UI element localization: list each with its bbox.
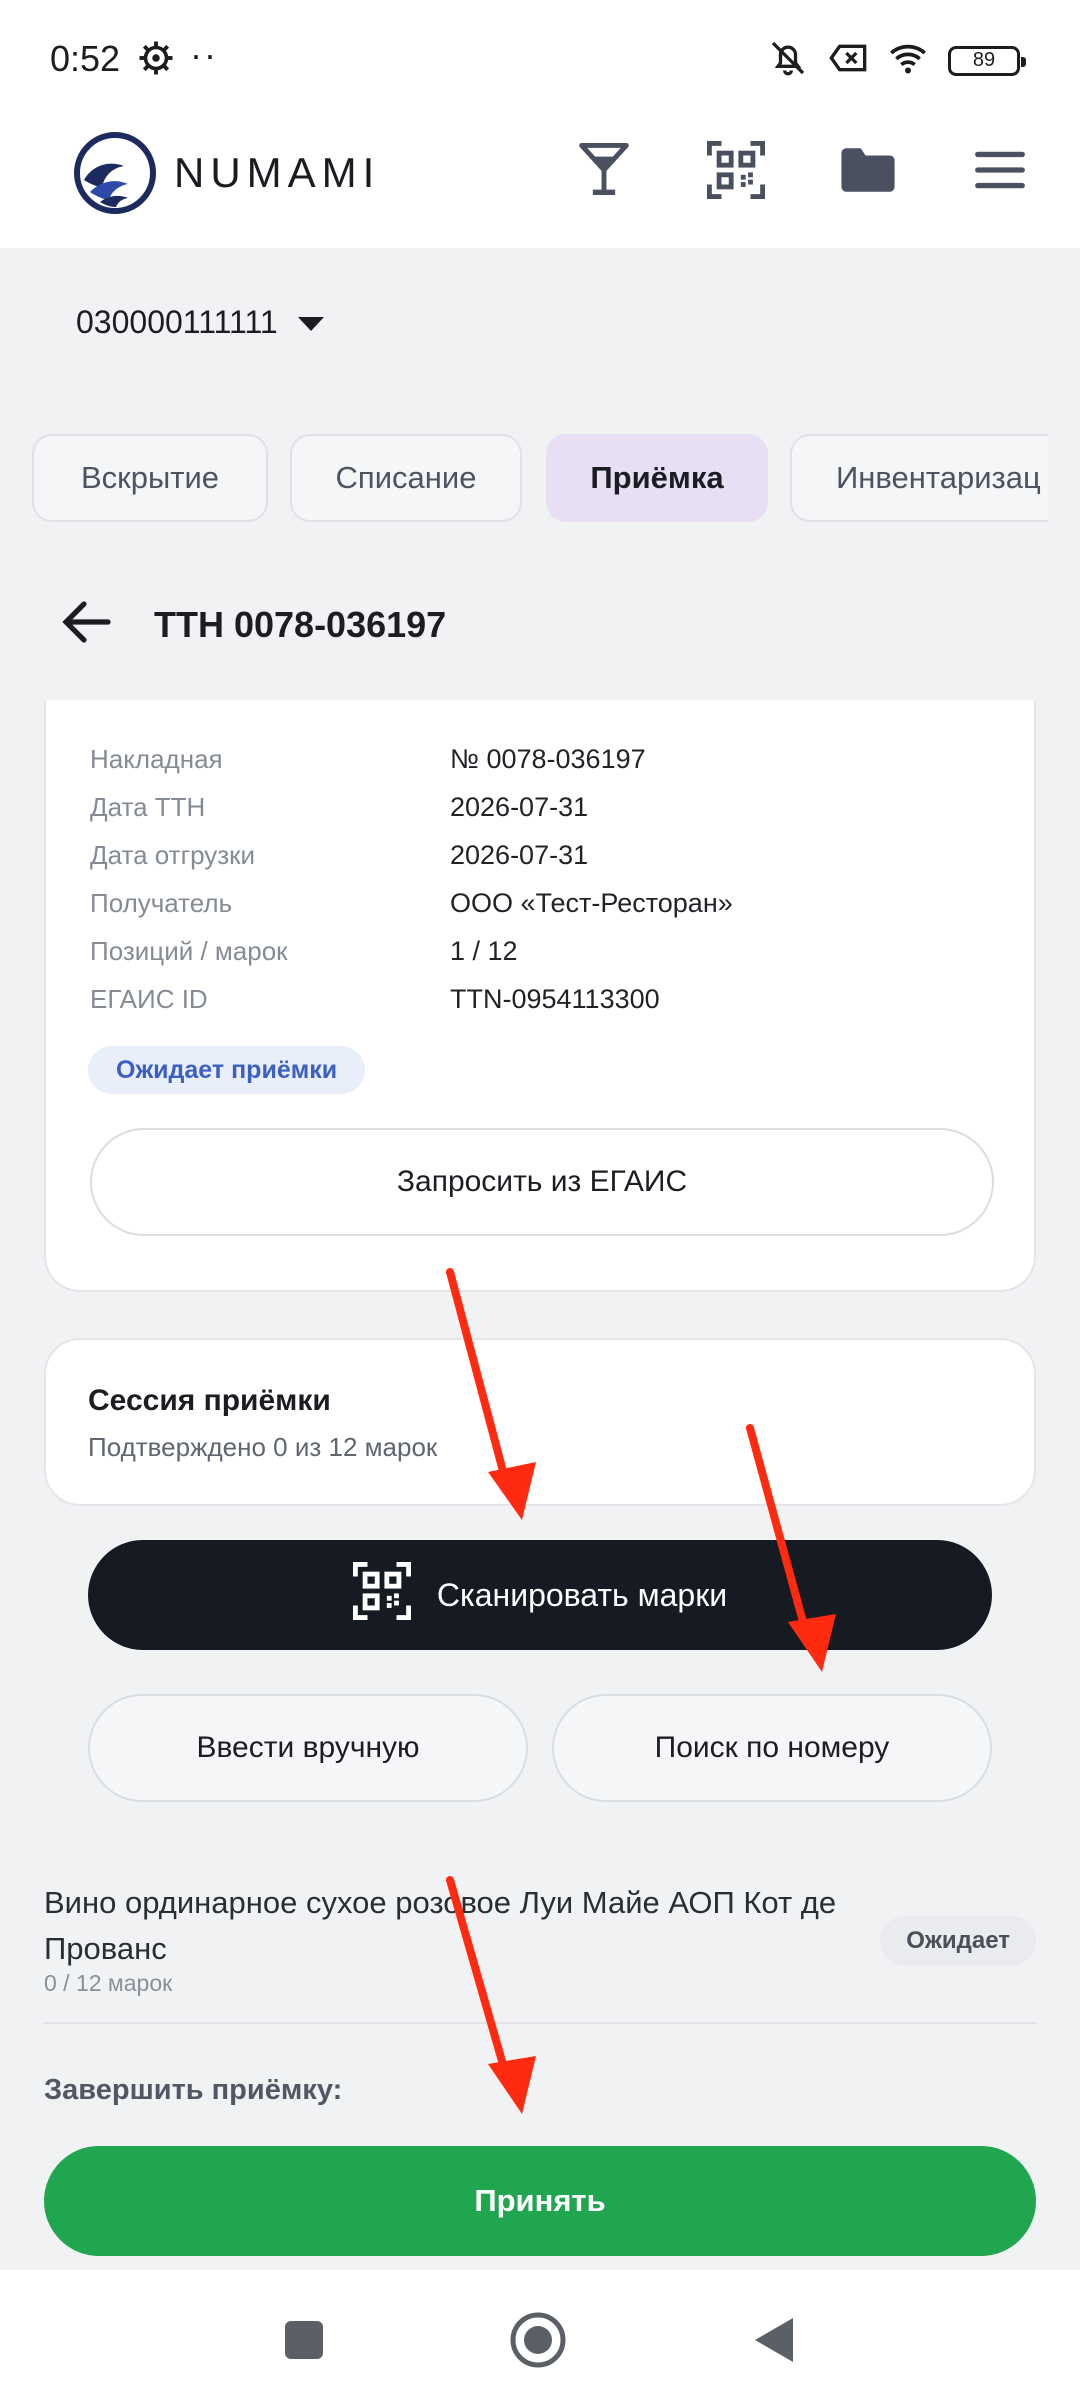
battery-icon: 89 xyxy=(948,45,1026,76)
status-badge: Ожидает приёмки xyxy=(88,1046,366,1094)
numami-logo: NUMAMI xyxy=(70,128,380,218)
invoice-row-value: TTN-0954113300 xyxy=(450,984,660,1014)
invoice-row: Позиций / марок 1 / 12 xyxy=(90,936,518,967)
app-bar: NUMAMI xyxy=(0,120,1080,248)
caret-down-icon xyxy=(296,304,326,341)
cocktail-glass-icon[interactable] xyxy=(574,140,634,200)
invoice-row-label: ЕГАИС ID xyxy=(90,984,208,1014)
scan-marks-button[interactable]: Сканировать марки xyxy=(88,1540,992,1650)
invoice-row-value: № 0078-036197 xyxy=(450,744,646,774)
logo-text: NUMAMI xyxy=(174,149,381,196)
invoice-row-label: Получатель xyxy=(90,888,233,918)
invoice-row-value: 1 / 12 xyxy=(450,936,518,966)
mode-tabs: Вскрытие Списание Приёмка Инвентаризац xyxy=(32,434,1048,524)
product-name: Вино ординарное сухое розовое Луи Майе А… xyxy=(44,1885,837,1966)
sim-off-icon xyxy=(828,38,868,83)
request-egais-button[interactable]: Запросить из ЕГАИС xyxy=(90,1128,994,1236)
status-icons: 89 xyxy=(768,38,1026,83)
recent-apps-icon[interactable] xyxy=(274,2310,334,2370)
status-more-dots: ·· xyxy=(190,34,218,75)
invoice-row: Дата отгрузки 2026-07-31 xyxy=(90,840,588,871)
accept-button[interactable]: Принять xyxy=(44,2146,1036,2256)
finish-label: Завершить приёмку: xyxy=(44,2074,343,2106)
product-status-badge: Ожидает xyxy=(880,1916,1036,1966)
invoice-row-label: Дата отгрузки xyxy=(90,840,256,870)
invoice-row: ЕГАИС ID TTN-0954113300 xyxy=(90,984,660,1015)
tab-vskrytie[interactable]: Вскрытие xyxy=(32,434,268,522)
invoice-row: Получатель ООО «Тест-Ресторан» xyxy=(90,888,733,919)
muted-bell-icon xyxy=(768,38,808,83)
invoice-row-label: Накладная xyxy=(90,744,223,774)
qr-code-icon[interactable] xyxy=(706,140,766,200)
tab-spisanie[interactable]: Списание xyxy=(290,434,522,522)
invoice-card: Накладная № 0078-036197 Дата ТТН 2026-07… xyxy=(44,700,1036,1292)
invoice-row-value: 2026-07-31 xyxy=(450,792,589,822)
menu-icon[interactable] xyxy=(970,140,1030,200)
session-progress: Подтверждено 0 из 12 марок xyxy=(88,1432,438,1462)
back-icon[interactable] xyxy=(744,2310,804,2370)
tab-priemka[interactable]: Приёмка xyxy=(546,434,768,522)
system-nav-bar xyxy=(0,2270,1080,2400)
invoice-row: Накладная № 0078-036197 xyxy=(90,744,646,775)
gear-icon xyxy=(138,40,174,81)
product-mark-count: 0 / 12 марок xyxy=(44,1970,173,1996)
wifi-icon xyxy=(888,38,928,83)
invoice-row-label: Дата ТТН xyxy=(90,792,206,822)
qr-scan-icon xyxy=(352,1562,411,1628)
store-selector-value: 030000111111 xyxy=(76,304,278,340)
back-arrow-icon[interactable] xyxy=(60,600,112,649)
status-bar: 0:52 ·· 89 xyxy=(0,0,1080,120)
invoice-row-label: Позиций / марок xyxy=(90,936,288,966)
manual-entry-button[interactable]: Ввести вручную xyxy=(88,1694,528,1802)
page-title: ТТН 0078-036197 xyxy=(154,603,447,645)
store-selector[interactable]: 030000111111 xyxy=(76,304,326,341)
page-header: ТТН 0078-036197 xyxy=(60,600,446,649)
status-time: 0:52 xyxy=(50,38,121,79)
numami-logo-mark xyxy=(74,132,156,214)
invoice-row: Дата ТТН 2026-07-31 xyxy=(90,792,588,823)
session-title: Сессия приёмки xyxy=(88,1384,331,1417)
invoice-row-value: 2026-07-31 xyxy=(450,840,589,870)
list-item[interactable]: Вино ординарное сухое розовое Луи Майе А… xyxy=(44,1880,1036,2024)
scan-marks-label: Сканировать марки xyxy=(436,1576,728,1613)
home-icon[interactable] xyxy=(508,2310,568,2370)
tab-inventarizatsiya[interactable]: Инвентаризац xyxy=(790,434,1048,522)
search-by-number-button[interactable]: Поиск по номеру xyxy=(552,1694,992,1802)
invoice-row-value: ООО «Тест-Ресторан» xyxy=(450,888,733,918)
app-bar-actions xyxy=(574,140,1030,200)
folder-icon[interactable] xyxy=(838,140,898,200)
session-card: Сессия приёмки Подтверждено 0 из 12 маро… xyxy=(44,1338,1036,1506)
